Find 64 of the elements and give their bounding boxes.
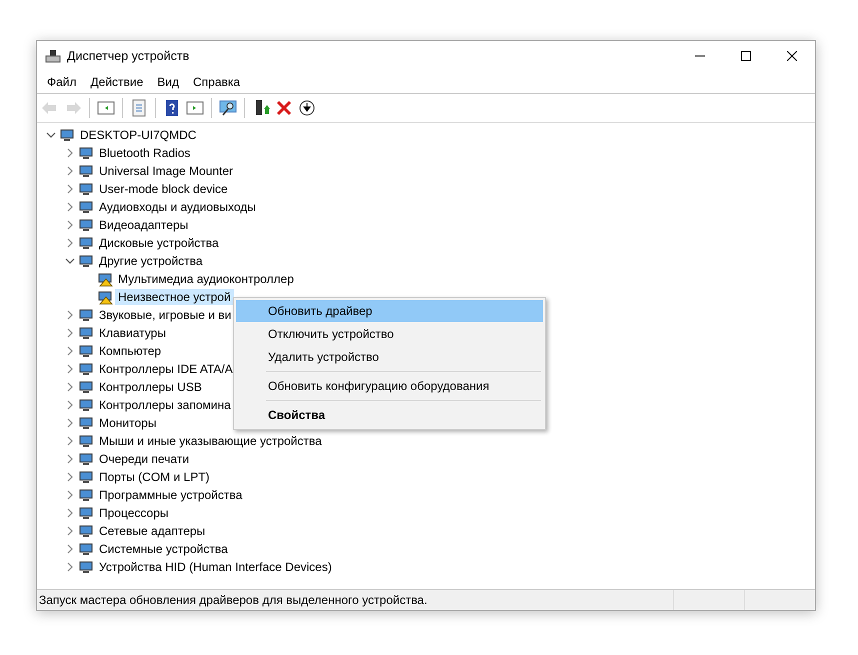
down-arrow-button[interactable] [297,98,317,118]
device-icon [78,253,94,269]
device-icon [78,343,94,359]
menu-item[interactable]: Вид [150,73,186,91]
menu-item[interactable]: Действие [84,73,150,91]
tree-item[interactable]: Компьютер [96,343,164,359]
context-menu-item[interactable]: Обновить драйвер [236,300,543,322]
tree-item[interactable]: Мониторы [96,415,160,431]
tree-item[interactable]: Системные устройства [96,541,231,557]
tree-item[interactable]: Мультимедиа аудиоконтроллер [115,271,297,287]
tree-item[interactable]: Мыши и иные указывающие устройства [96,433,325,449]
tree-item[interactable]: Звуковые, игровые и ви [96,307,234,323]
device-icon [78,433,94,449]
printer-icon [45,48,61,64]
status-text: Запуск мастера обновления драйверов для выделенного устройства. [38,593,428,607]
tree-item[interactable]: Устройства HID (Human Interface Devices) [96,559,335,575]
device-icon [78,361,94,377]
tree-item[interactable]: Universal Image Mounter [96,163,236,179]
device-icon [78,379,94,395]
context-menu-item[interactable]: Свойства [236,404,543,426]
device-icon [78,523,94,539]
context-menu-item[interactable]: Отключить устройство [236,323,543,345]
tree-item[interactable]: Сетевые адаптеры [96,523,208,539]
device-icon [78,397,94,413]
device-icon [78,541,94,557]
menu-item[interactable]: Справка [186,73,248,91]
tree-item[interactable]: Дисковые устройства [96,235,222,251]
tree-item[interactable]: Процессоры [96,505,172,521]
tree-item[interactable]: Контроллеры IDE ATA/A [96,361,236,377]
tree-item[interactable]: Другие устройства [96,253,206,269]
tree-item[interactable]: Видеоадаптеры [96,217,192,233]
device-icon [78,451,94,467]
device-icon [78,325,94,341]
device-icon [78,163,94,179]
tree-item[interactable]: Клавиатуры [96,325,169,341]
tree-item[interactable]: User-mode block device [96,181,231,197]
tree-item[interactable]: Программные устройства [96,487,246,503]
menu-item[interactable]: Файл [40,73,84,91]
monitor-magnifier-button[interactable] [218,98,238,118]
tree-item[interactable]: Контроллеры запомина [96,397,234,413]
device-icon [78,505,94,521]
tree-item[interactable]: Контроллеры USB [96,379,205,395]
tree-item[interactable]: Аудиовходы и аудиовыходы [96,199,259,215]
tree-item[interactable]: Порты (COM и LPT) [96,469,213,485]
tree-item[interactable]: DESKTOP-UI7QMDC [77,127,200,143]
tree-item[interactable]: Bluetooth Radios [96,145,194,161]
device-icon [59,127,75,143]
device-icon [78,217,94,233]
device-icon [78,199,94,215]
device-icon [78,559,94,575]
tree-item[interactable]: Очереди печати [96,451,192,467]
device-icon [78,235,94,251]
tree-item[interactable]: Неизвестное устрой [115,289,234,305]
device-icon [78,307,94,323]
context-menu-item[interactable]: Обновить конфигурацию оборудования [236,375,543,397]
window-title: Диспетчер устройств [67,49,190,63]
device-icon [78,469,94,485]
context-menu-item[interactable]: Удалить устройство [236,346,543,368]
device-icon [78,181,94,197]
device-icon [78,145,94,161]
close-icon [787,51,797,61]
device-icon [78,487,94,503]
maximize-icon [741,51,751,61]
device-icon [78,415,94,431]
